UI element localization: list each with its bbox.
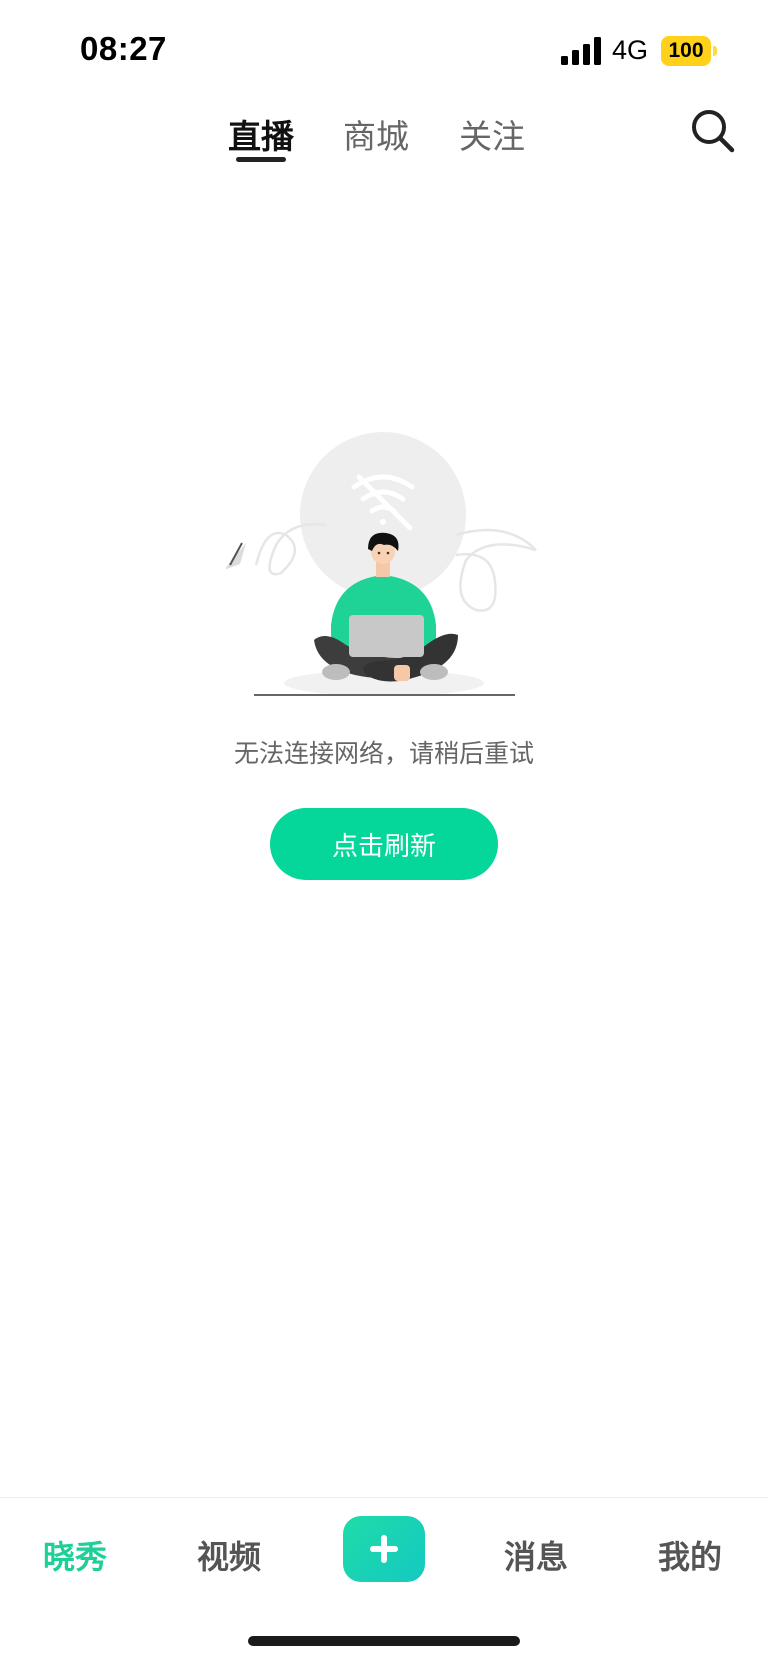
search-icon[interactable] [688,106,736,154]
cellular-signal-icon [561,37,601,65]
nav-item-mine[interactable]: 我的 [658,1532,722,1578]
nav-item-messages[interactable]: 消息 [504,1532,568,1578]
no-network-illustration [226,432,537,696]
refresh-button[interactable]: 点击刷新 [270,808,498,880]
network-error-message: 无法连接网络，请稍后重试 [233,739,534,768]
status-bar: 08:27 4G 100 [0,0,768,100]
tab-follow[interactable]: 关注 [459,110,525,158]
top-tab-bar: 直播 商城 关注 [0,100,768,180]
tab-mall[interactable]: 商城 [343,110,409,158]
nav-item-video[interactable]: 视频 [197,1532,261,1578]
battery-indicator: 100 [661,36,717,66]
home-indicator[interactable] [248,1636,520,1646]
tab-live[interactable]: 直播 [228,110,294,158]
battery-tip [713,46,717,56]
network-type: 4G [612,35,649,65]
plus-icon [370,1535,398,1563]
add-button[interactable] [343,1516,425,1582]
nav-item-xiaoxiu[interactable]: 晓秀 [43,1532,107,1578]
status-time: 08:27 [80,30,167,67]
battery-level: 100 [661,36,711,66]
active-tab-indicator [236,157,286,162]
